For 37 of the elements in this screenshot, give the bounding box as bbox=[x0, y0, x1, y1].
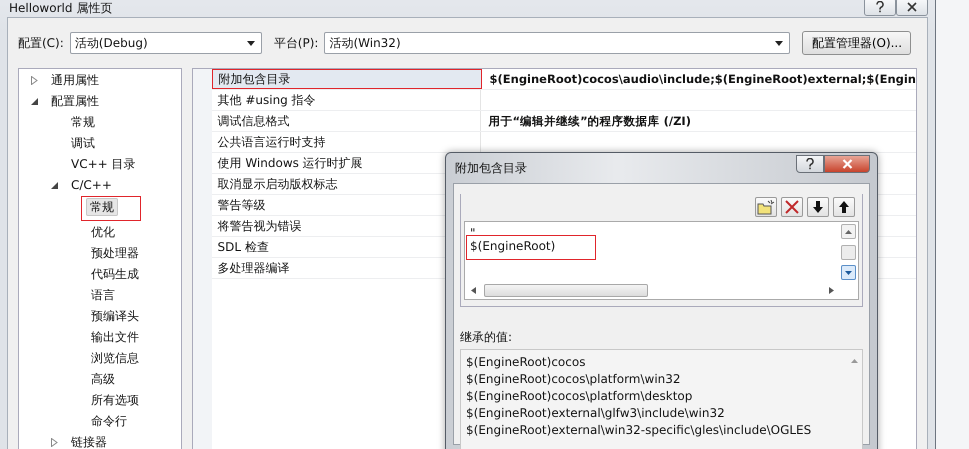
tree-item[interactable]: 代码生成 bbox=[87, 264, 143, 285]
tree-item[interactable]: 预处理器 bbox=[87, 243, 143, 264]
tree-item[interactable]: 语言 bbox=[87, 285, 119, 306]
configuration-manager-button[interactable]: 配置管理器(O)... bbox=[802, 31, 912, 55]
tree-item[interactable]: 输出文件 bbox=[87, 327, 143, 348]
property-name[interactable]: 附加包含目录 bbox=[212, 69, 482, 89]
platform-label: 平台(P): bbox=[274, 34, 318, 52]
property-value: 用于“编辑并继续”的程序数据库 (/ZI) bbox=[488, 114, 691, 128]
tree-item[interactable]: 所有选项 bbox=[87, 390, 143, 411]
property-value: $(EngineRoot)cocos\audio\include;$(EngineRoot)external;$(Engin bbox=[490, 72, 916, 86]
tree-item[interactable]: 调试 bbox=[67, 133, 99, 154]
directories-edit-box[interactable]: " $(EngineRoot) bbox=[464, 221, 859, 300]
tree-item[interactable]: C/C++ bbox=[67, 176, 116, 194]
tree-item[interactable]: 高级 bbox=[87, 369, 119, 390]
property-name[interactable]: 其他 #using 指令 bbox=[212, 90, 481, 110]
tree-item[interactable]: 通用属性 bbox=[47, 70, 103, 91]
tree-item[interactable]: 预编译头 bbox=[87, 306, 143, 327]
inherited-value: $(EngineRoot)cocos\platform\win32 bbox=[466, 371, 681, 388]
tree-item[interactable]: 命令行 bbox=[87, 411, 131, 432]
tree-item[interactable]: 链接器 bbox=[67, 432, 111, 449]
tree-item[interactable]: 浏览信息 bbox=[87, 348, 143, 369]
directory-entry: " bbox=[470, 226, 477, 235]
inherited-values-label: 继承的值: bbox=[460, 329, 514, 346]
property-name[interactable]: 调试信息格式 bbox=[212, 111, 481, 131]
config-dropdown[interactable]: 活动(Debug) bbox=[70, 32, 262, 54]
tree-item[interactable]: VC++ 目录 bbox=[67, 154, 140, 175]
tree-item[interactable]: 配置属性 bbox=[47, 91, 103, 112]
tree-item[interactable]: 优化 bbox=[87, 222, 119, 243]
inherited-value: $(EngineRoot)external\glfw3\include\win32 bbox=[466, 405, 725, 422]
inherited-value: $(EngineRoot)cocos\platform\desktop bbox=[466, 388, 692, 405]
config-label: 配置(C): bbox=[18, 34, 64, 52]
inherited-value: $(EngineRoot)external\win32-specific\gles\include\OGLES bbox=[466, 422, 812, 439]
tree-item[interactable]: 常规 bbox=[86, 198, 118, 216]
platform-dropdown[interactable]: 活动(Win32) bbox=[324, 32, 790, 54]
inherited-value: $(EngineRoot)cocos bbox=[466, 354, 586, 371]
window-title: Helloworld 属性页 bbox=[9, 0, 112, 17]
tree-item[interactable]: 常规 bbox=[67, 112, 99, 133]
